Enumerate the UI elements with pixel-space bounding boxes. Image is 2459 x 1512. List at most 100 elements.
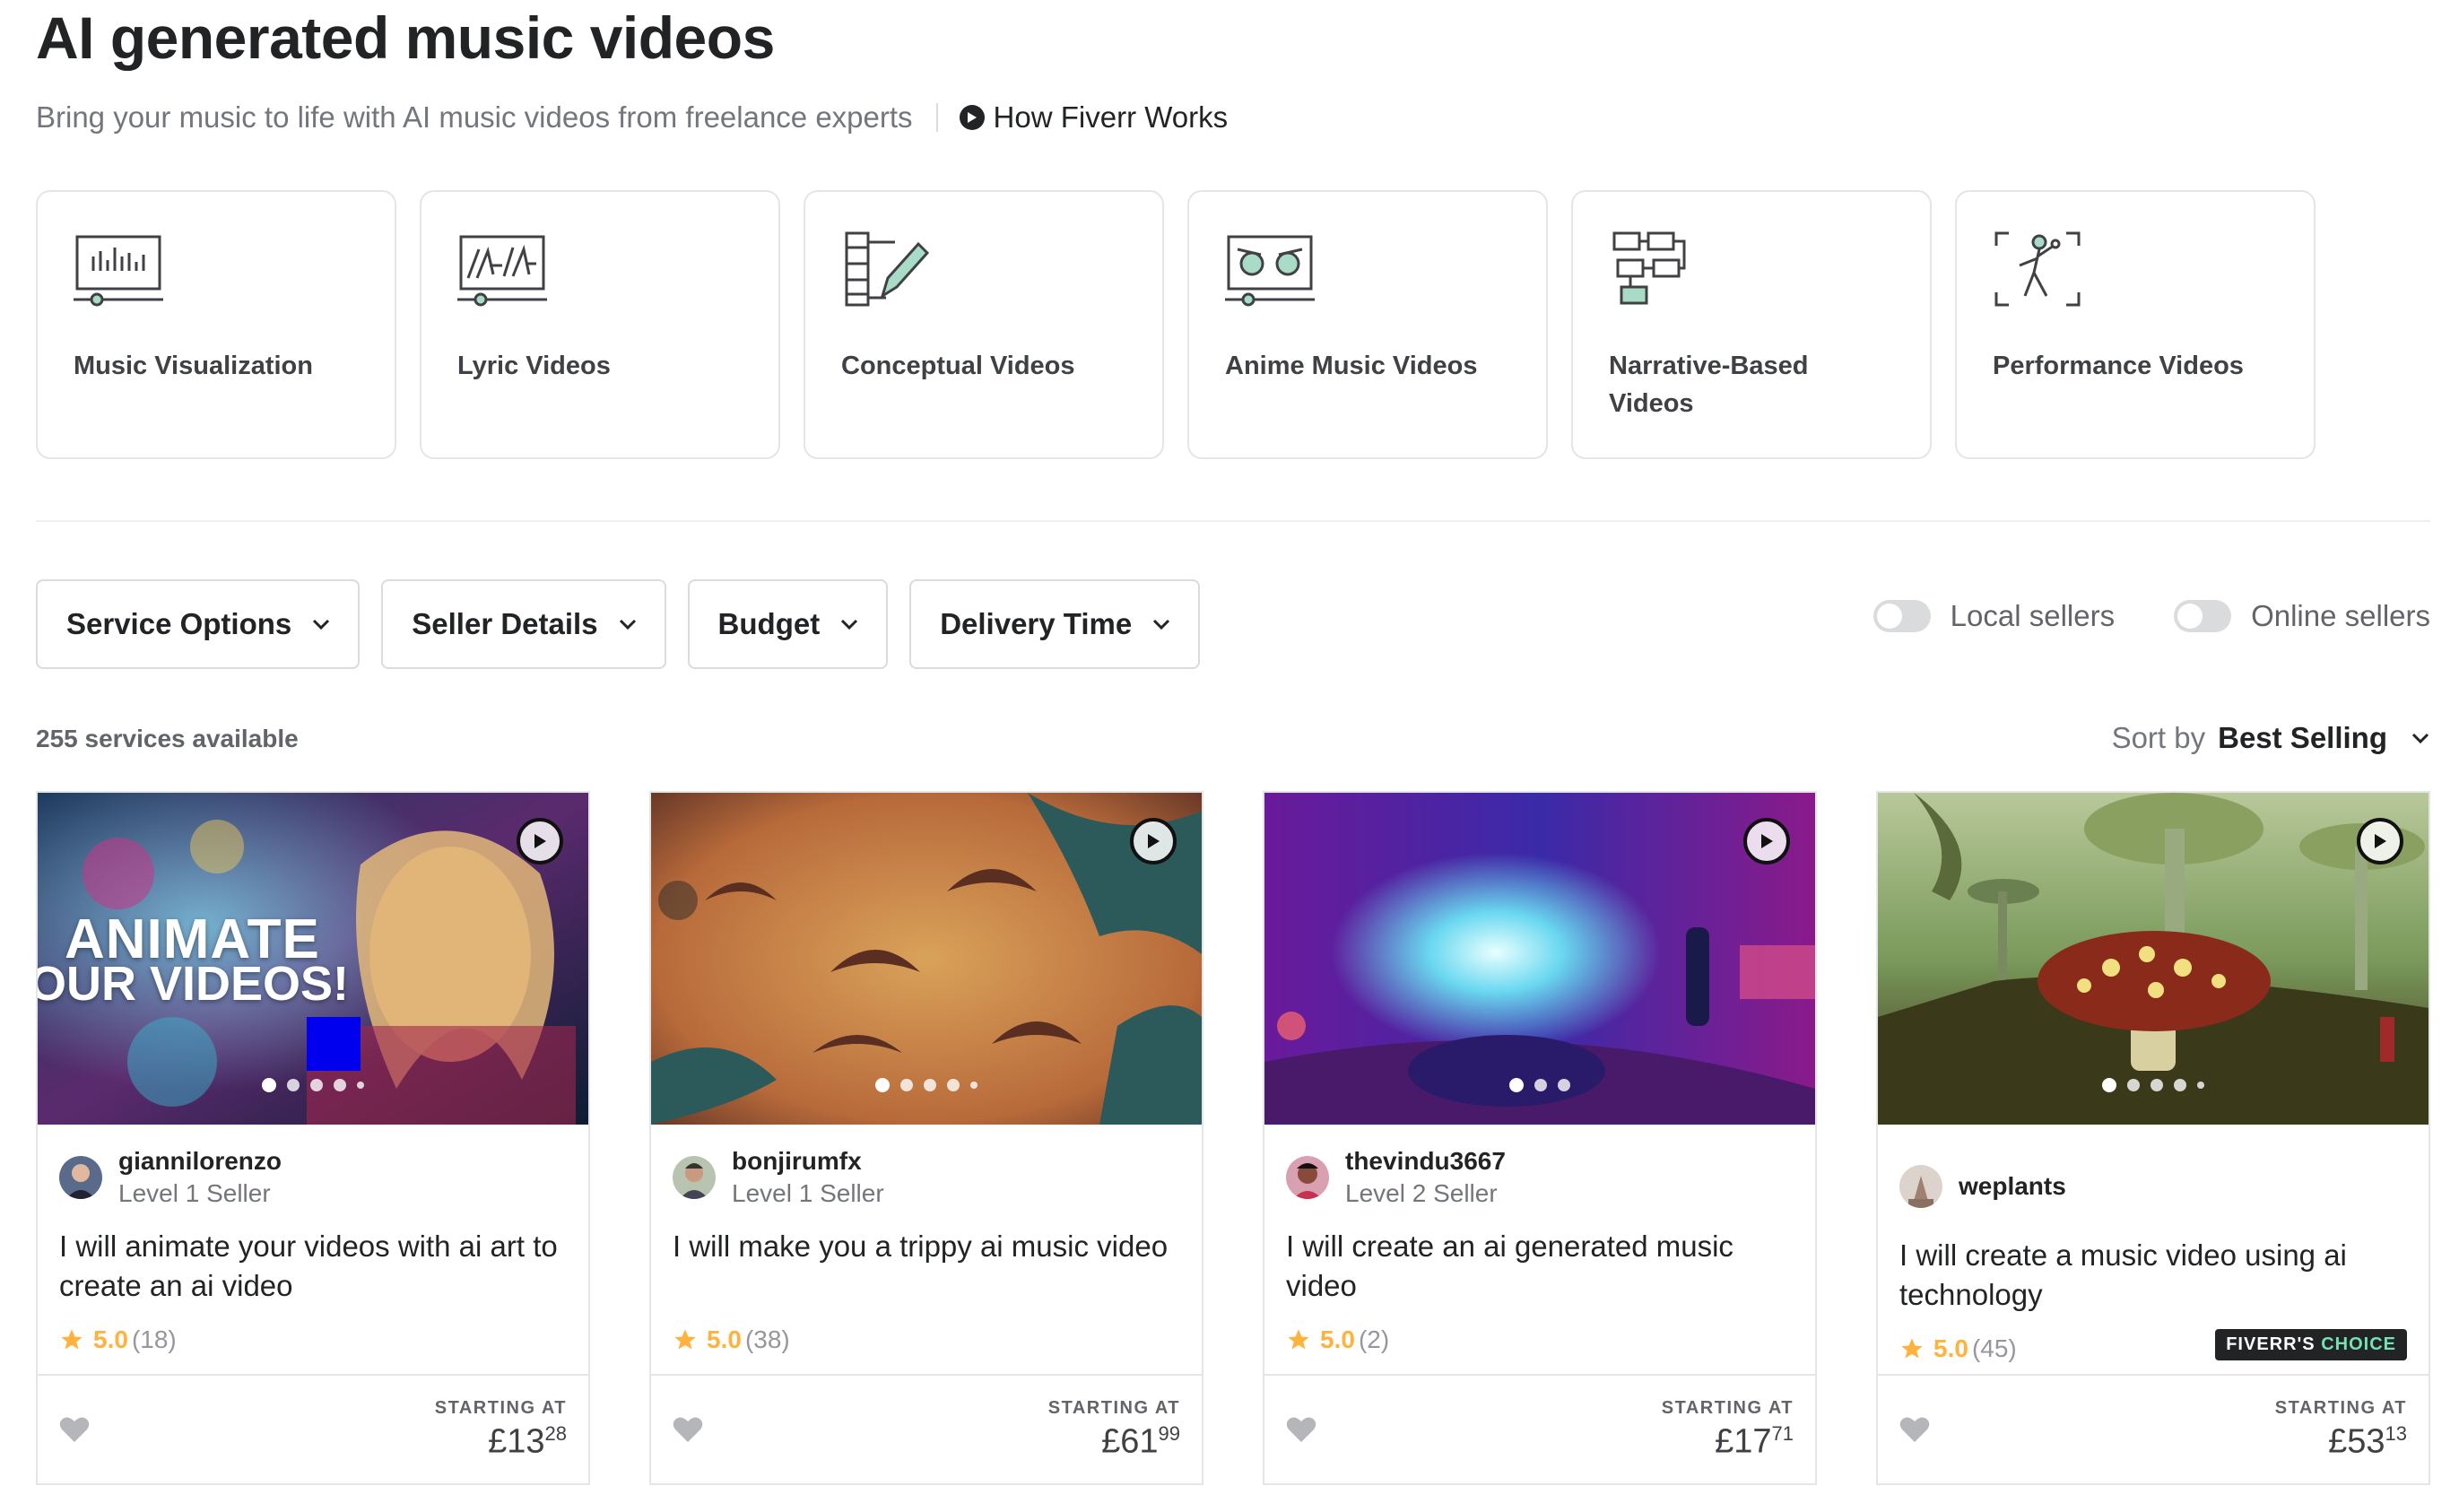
seller-name[interactable]: bonjirumfx xyxy=(732,1147,884,1176)
gig-title[interactable]: I will make you a trippy ai music video xyxy=(651,1209,1202,1309)
carousel-dot[interactable] xyxy=(947,1079,960,1091)
seller-info[interactable]: giannilorenzo Level 1 Seller xyxy=(38,1125,588,1209)
carousel-dot[interactable] xyxy=(875,1078,890,1092)
carousel-dot[interactable] xyxy=(1534,1079,1547,1091)
heart-icon[interactable] xyxy=(59,1416,90,1443)
carousel-dot[interactable] xyxy=(287,1079,300,1091)
rating: 5.0 (18) xyxy=(38,1309,588,1354)
how-fiverr-works-link[interactable]: How Fiverr Works xyxy=(959,100,1228,135)
lyrics-screen-icon xyxy=(457,235,547,307)
heart-icon[interactable] xyxy=(1899,1416,1930,1443)
gig-thumbnail[interactable] xyxy=(1264,793,1815,1125)
seller-info[interactable]: thevindu3667 Level 2 Seller xyxy=(1264,1125,1815,1209)
star-icon xyxy=(1901,1338,1923,1359)
section-divider xyxy=(36,520,2430,522)
local-sellers-toggle[interactable]: Local sellers xyxy=(1872,599,2115,633)
price[interactable]: STARTING AT £1328 xyxy=(435,1398,567,1462)
category-performance-videos[interactable]: Performance Videos xyxy=(1955,190,2316,459)
avatar[interactable] xyxy=(673,1156,716,1199)
gig-thumbnail[interactable] xyxy=(651,793,1202,1125)
page: AI generated music videos Bring your mus… xyxy=(0,0,2459,1512)
filter-label: Budget xyxy=(717,607,821,640)
carousel-dot[interactable] xyxy=(357,1082,364,1089)
toggle-switch[interactable] xyxy=(1872,600,1931,632)
price-cents: 71 xyxy=(1771,1421,1794,1445)
chevron-down-icon xyxy=(313,619,330,630)
play-circle-icon xyxy=(959,105,985,130)
gig-title[interactable]: I will create a music video using ai tec… xyxy=(1878,1218,2429,1318)
carousel-dot[interactable] xyxy=(2151,1079,2163,1091)
carousel-dots[interactable] xyxy=(2102,1078,2204,1092)
price-cents: 28 xyxy=(544,1421,567,1445)
avatar[interactable] xyxy=(1899,1165,1942,1208)
gig-card[interactable]: ANIMATE OUR VIDEOS! giannilorenzo Level … xyxy=(36,791,590,1485)
category-conceptual-videos[interactable]: Conceptual Videos xyxy=(804,190,1164,459)
play-video-button[interactable] xyxy=(517,818,563,865)
play-video-button[interactable] xyxy=(1743,818,1790,865)
rating: 5.0 (45) FIVERR'S CHOICE xyxy=(1878,1318,2429,1363)
carousel-dot[interactable] xyxy=(2197,1082,2204,1089)
gig-thumbnail[interactable] xyxy=(1878,793,2429,1125)
price[interactable]: STARTING AT £1771 xyxy=(1662,1398,1794,1462)
category-tiles: Music Visualization Lyric Videos Concept… xyxy=(36,190,2316,459)
seller-name[interactable]: weplants xyxy=(1959,1172,2066,1201)
category-anime-music-videos[interactable]: Anime Music Videos xyxy=(1187,190,1548,459)
price[interactable]: STARTING AT £5313 xyxy=(2275,1398,2407,1462)
seller-details-dropdown[interactable]: Seller Details xyxy=(381,579,666,669)
card-footer: STARTING AT £1328 xyxy=(38,1374,588,1483)
carousel-dot[interactable] xyxy=(970,1082,978,1089)
toggle-switch[interactable] xyxy=(2174,600,2232,632)
play-video-button[interactable] xyxy=(2357,818,2403,865)
heart-icon[interactable] xyxy=(1286,1416,1316,1443)
carousel-dot[interactable] xyxy=(2102,1078,2116,1092)
rating-score: 5.0 xyxy=(93,1325,128,1353)
filter-label: Seller Details xyxy=(412,607,598,640)
category-music-visualization[interactable]: Music Visualization xyxy=(36,190,396,459)
gig-thumbnail[interactable]: ANIMATE OUR VIDEOS! xyxy=(38,793,588,1125)
service-options-dropdown[interactable]: Service Options xyxy=(36,579,361,669)
seller-name[interactable]: giannilorenzo xyxy=(118,1147,282,1176)
gig-card[interactable]: weplants I will create a music video usi… xyxy=(1876,791,2430,1485)
carousel-dot[interactable] xyxy=(1509,1078,1524,1092)
seller-level: Level 1 Seller xyxy=(118,1179,271,1207)
online-sellers-toggle[interactable]: Online sellers xyxy=(2174,599,2430,633)
seller-name[interactable]: thevindu3667 xyxy=(1345,1147,1506,1176)
gig-title[interactable]: I will create an ai generated music vide… xyxy=(1264,1209,1815,1309)
carousel-dot[interactable] xyxy=(2174,1079,2186,1091)
thumbnail-image xyxy=(651,793,1202,1125)
carousel-dots[interactable] xyxy=(1509,1078,1570,1092)
star-icon xyxy=(674,1329,696,1350)
filter-label: Delivery Time xyxy=(940,607,1133,640)
price-amount: £17 xyxy=(1715,1422,1772,1461)
carousel-dot[interactable] xyxy=(2127,1079,2140,1091)
carousel-dot[interactable] xyxy=(924,1079,936,1091)
seller-info[interactable]: weplants xyxy=(1878,1125,2429,1218)
sort-dropdown[interactable]: Sort by Best Selling xyxy=(2112,721,2430,755)
price-cents: 99 xyxy=(1158,1421,1180,1445)
card-footer: STARTING AT £5313 xyxy=(1878,1374,2429,1483)
gig-title[interactable]: I will animate your videos with ai art t… xyxy=(38,1209,588,1309)
category-lyric-videos[interactable]: Lyric Videos xyxy=(420,190,780,459)
seller-info[interactable]: bonjirumfx Level 1 Seller xyxy=(651,1125,1202,1209)
budget-dropdown[interactable]: Budget xyxy=(687,579,889,669)
rating-score: 5.0 xyxy=(707,1325,742,1353)
carousel-dot[interactable] xyxy=(1558,1079,1570,1091)
play-video-button[interactable] xyxy=(1130,818,1177,865)
carousel-dots[interactable] xyxy=(875,1078,978,1092)
avatar[interactable] xyxy=(59,1156,102,1199)
avatar[interactable] xyxy=(1286,1156,1329,1199)
price[interactable]: STARTING AT £6199 xyxy=(1048,1398,1180,1462)
gig-card[interactable]: thevindu3667 Level 2 Seller I will creat… xyxy=(1263,791,1817,1485)
divider xyxy=(935,103,938,132)
gig-card[interactable]: bonjirumfx Level 1 Seller I will make yo… xyxy=(649,791,1203,1485)
carousel-dots[interactable] xyxy=(262,1078,364,1092)
carousel-dot[interactable] xyxy=(900,1079,913,1091)
heart-icon[interactable] xyxy=(673,1416,703,1443)
delivery-time-dropdown[interactable]: Delivery Time xyxy=(909,579,1201,669)
carousel-dot[interactable] xyxy=(334,1079,346,1091)
star-icon xyxy=(1288,1329,1309,1350)
carousel-dot[interactable] xyxy=(262,1078,276,1092)
results-count: 255 services available xyxy=(36,725,299,752)
carousel-dot[interactable] xyxy=(310,1079,323,1091)
category-narrative-based-videos[interactable]: Narrative-Based Videos xyxy=(1571,190,1932,459)
